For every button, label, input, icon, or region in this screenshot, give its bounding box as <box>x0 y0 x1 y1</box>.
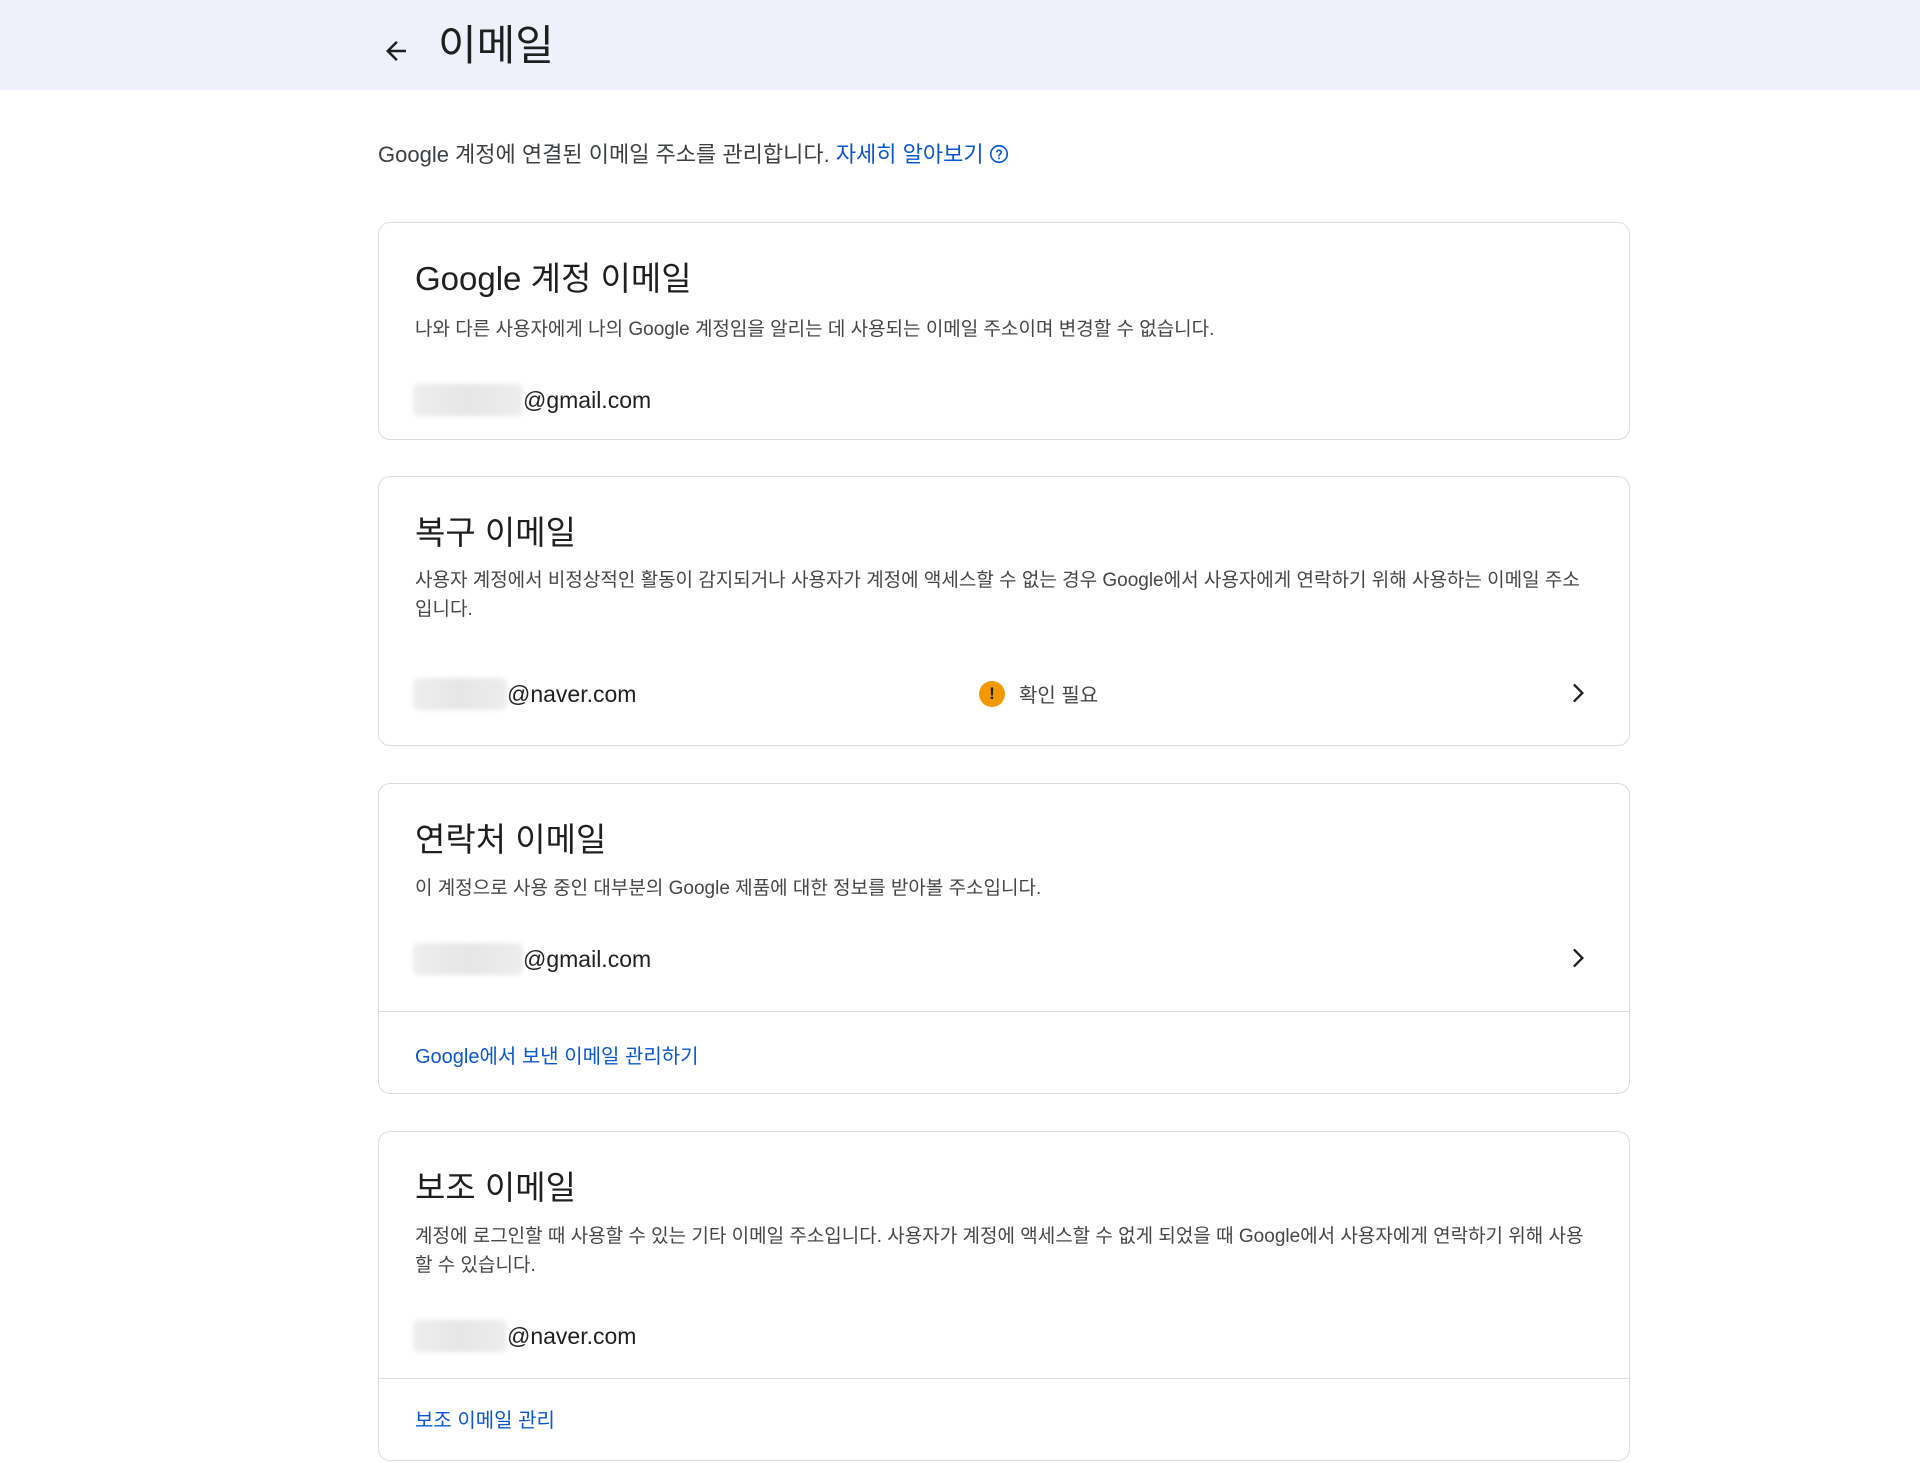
arrow-back-icon <box>386 41 406 61</box>
card-description: 이 계정으로 사용 중인 대부분의 Google 제품에 대한 정보를 받아볼 … <box>415 878 1042 899</box>
learn-more-label: 자세히 알아보기 <box>835 142 984 167</box>
recovery-email: @naver.com <box>413 677 636 711</box>
intro-description: Google 계정에 연결된 이메일 주소를 관리합니다. <box>378 142 836 167</box>
recovery-email-card: 복구 이메일 사용자 계정에서 비정상적인 활동이 감지되거나 사용자가 계정에… <box>378 476 1630 746</box>
intro-text: Google 계정에 연결된 이메일 주소를 관리합니다. 자세히 알아보기 <box>378 138 1010 172</box>
card-title: Google 계정 이메일 <box>415 260 692 297</box>
page-title: 이메일 <box>438 22 554 69</box>
chevron-right-icon <box>1563 944 1591 972</box>
manage-alternate-emails-link[interactable]: 보조 이메일 관리 <box>415 1404 555 1433</box>
redacted-username <box>413 1320 507 1352</box>
card-title: 보조 이메일 <box>415 1169 576 1206</box>
recovery-email-row[interactable]: @naver.com ! 확인 필요 <box>379 663 1629 725</box>
card-description: 사용자 계정에서 비정상적인 활동이 감지되거나 사용자가 계정에 액세스할 수… <box>415 570 1580 620</box>
contact-email: @gmail.com <box>413 942 651 976</box>
divider <box>379 1011 1629 1012</box>
redacted-username <box>413 678 507 710</box>
help-circle-icon <box>989 144 1008 164</box>
manage-google-emails-link[interactable]: Google에서 보낸 이메일 관리하기 <box>415 1040 699 1069</box>
chevron-right-icon <box>1563 679 1591 707</box>
alternate-email-card: 보조 이메일 계정에 로그인할 때 사용할 수 있는 기타 이메일 주소입니다.… <box>378 1131 1630 1461</box>
back-button[interactable] <box>372 27 420 75</box>
google-account-email-card: Google 계정 이메일 나와 다른 사용자에게 나의 Google 계정임을… <box>378 222 1630 440</box>
email-domain: @gmail.com <box>523 945 652 972</box>
account-email-row: @gmail.com <box>379 369 1629 431</box>
card-title: 연락처 이메일 <box>415 821 607 858</box>
redacted-username <box>413 384 523 416</box>
email-domain: @naver.com <box>507 680 637 707</box>
email-domain: @gmail.com <box>523 386 652 413</box>
status-label: 확인 필요 <box>1019 685 1099 707</box>
contact-email-card: 연락처 이메일 이 계정으로 사용 중인 대부분의 Google 제품에 대한 … <box>378 783 1630 1094</box>
redacted-username <box>413 943 523 975</box>
contact-email-row[interactable]: @gmail.com <box>379 928 1629 990</box>
verification-status: ! 확인 필요 <box>979 679 1098 708</box>
alternate-email-row: @naver.com <box>379 1305 1629 1367</box>
divider <box>379 1378 1629 1379</box>
card-description: 계정에 로그인할 때 사용할 수 있는 기타 이메일 주소입니다. 사용자가 계… <box>415 1226 1584 1276</box>
warning-icon: ! <box>979 680 1005 707</box>
account-email: @gmail.com <box>413 383 651 417</box>
top-app-bar: 이메일 <box>0 0 1920 90</box>
card-title: 복구 이메일 <box>415 514 576 551</box>
card-description: 나와 다른 사용자에게 나의 Google 계정임을 알리는 데 사용되는 이메… <box>415 319 1215 340</box>
learn-more-link[interactable]: 자세히 알아보기 <box>836 142 1010 167</box>
alternate-email: @naver.com <box>413 1319 636 1353</box>
email-domain: @naver.com <box>507 1322 637 1349</box>
